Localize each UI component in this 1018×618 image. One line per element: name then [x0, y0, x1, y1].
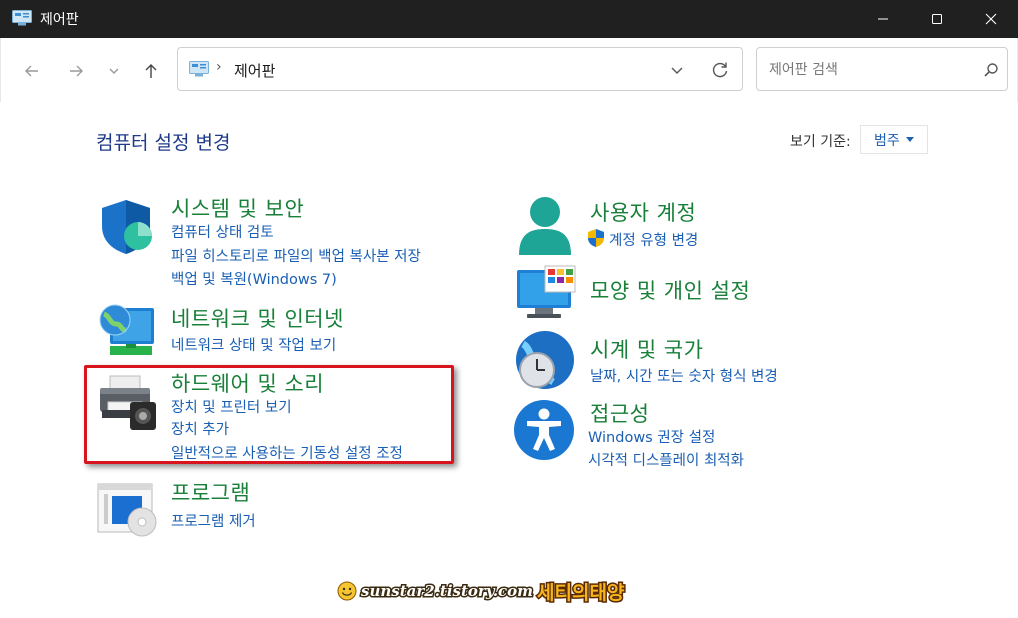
programs-icon[interactable]: [96, 482, 160, 538]
search-input[interactable]: [767, 58, 971, 82]
user-icon[interactable]: [515, 195, 575, 257]
link-optimize-visual-display[interactable]: 시각적 디스플레이 최적화: [588, 449, 744, 470]
uac-shield-icon: [588, 229, 604, 247]
up-button[interactable]: [138, 58, 164, 84]
link-network-status[interactable]: 네트워크 상태 및 작업 보기: [171, 334, 336, 355]
maximize-button[interactable]: [910, 0, 964, 38]
shield-icon[interactable]: [96, 198, 156, 256]
watermark-name: 세티의태양: [536, 580, 626, 605]
smiley-icon: [337, 581, 357, 601]
highlight-box: [84, 365, 454, 464]
category-appearance-personalization[interactable]: 모양 및 개인 설정: [590, 275, 750, 305]
close-icon: [985, 13, 997, 25]
category-system-security[interactable]: 시스템 및 보안: [171, 193, 304, 223]
chevron-down-icon[interactable]: [668, 61, 686, 79]
arrow-up-icon: [145, 64, 157, 78]
clock-globe-icon[interactable]: [513, 330, 577, 392]
minimize-icon: [878, 18, 888, 20]
address-bar[interactable]: › 제어판: [177, 47, 743, 91]
category-programs[interactable]: 프로그램: [171, 477, 250, 507]
breadcrumb-separator: ›: [216, 59, 222, 75]
chevron-down-icon: [109, 68, 119, 74]
arrow-right-icon: [70, 65, 83, 77]
view-by-value: 범주: [874, 132, 900, 149]
arrow-left-icon: [25, 65, 38, 77]
link-review-computer-status[interactable]: 컴퓨터 상태 검토: [171, 221, 274, 242]
monitor-icon[interactable]: [515, 264, 577, 322]
close-button[interactable]: [964, 0, 1018, 38]
maximize-icon: [932, 14, 942, 24]
navigation-bar: › 제어판: [0, 38, 1018, 102]
accessibility-icon[interactable]: [513, 399, 575, 461]
link-uninstall-program[interactable]: 프로그램 제거: [171, 510, 256, 531]
search-icon[interactable]: [983, 62, 999, 78]
link-windows-recommended-settings[interactable]: Windows 권장 설정: [588, 426, 715, 447]
control-panel-icon: [189, 61, 209, 77]
network-icon[interactable]: [96, 300, 158, 360]
view-by-dropdown[interactable]: 범주: [860, 125, 928, 154]
category-clock-region[interactable]: 시계 및 국가: [590, 334, 703, 364]
minimize-button[interactable]: [856, 0, 910, 38]
search-box[interactable]: [756, 47, 1008, 91]
window-title: 제어판: [40, 12, 79, 28]
breadcrumb-control-panel[interactable]: 제어판: [234, 60, 275, 81]
page-title: 컴퓨터 설정 변경: [96, 132, 231, 154]
link-file-history-backup[interactable]: 파일 히스토리로 파일의 백업 복사본 저장: [171, 245, 421, 266]
view-by-label: 보기 기준:: [790, 134, 851, 150]
control-panel-icon: [12, 10, 32, 26]
caret-down-icon: [905, 137, 914, 142]
link-backup-restore[interactable]: 백업 및 복원(Windows 7): [171, 268, 337, 289]
watermark-url: sunstar2.tistory.com: [359, 581, 534, 602]
category-network-internet[interactable]: 네트워크 및 인터넷: [171, 303, 344, 333]
category-ease-of-access[interactable]: 접근성: [590, 398, 649, 428]
category-user-accounts[interactable]: 사용자 계정: [590, 197, 696, 227]
link-date-time-format[interactable]: 날짜, 시간 또는 숫자 형식 변경: [590, 365, 778, 386]
refresh-icon[interactable]: [710, 60, 730, 80]
recent-locations-button[interactable]: [101, 58, 127, 84]
forward-button[interactable]: [63, 58, 89, 84]
link-change-account-type[interactable]: 계정 유형 변경: [609, 229, 698, 250]
title-bar: 제어판: [0, 0, 1018, 38]
back-button[interactable]: [19, 58, 45, 84]
watermark: sunstar2.tistory.com 세티의태양: [337, 578, 626, 605]
